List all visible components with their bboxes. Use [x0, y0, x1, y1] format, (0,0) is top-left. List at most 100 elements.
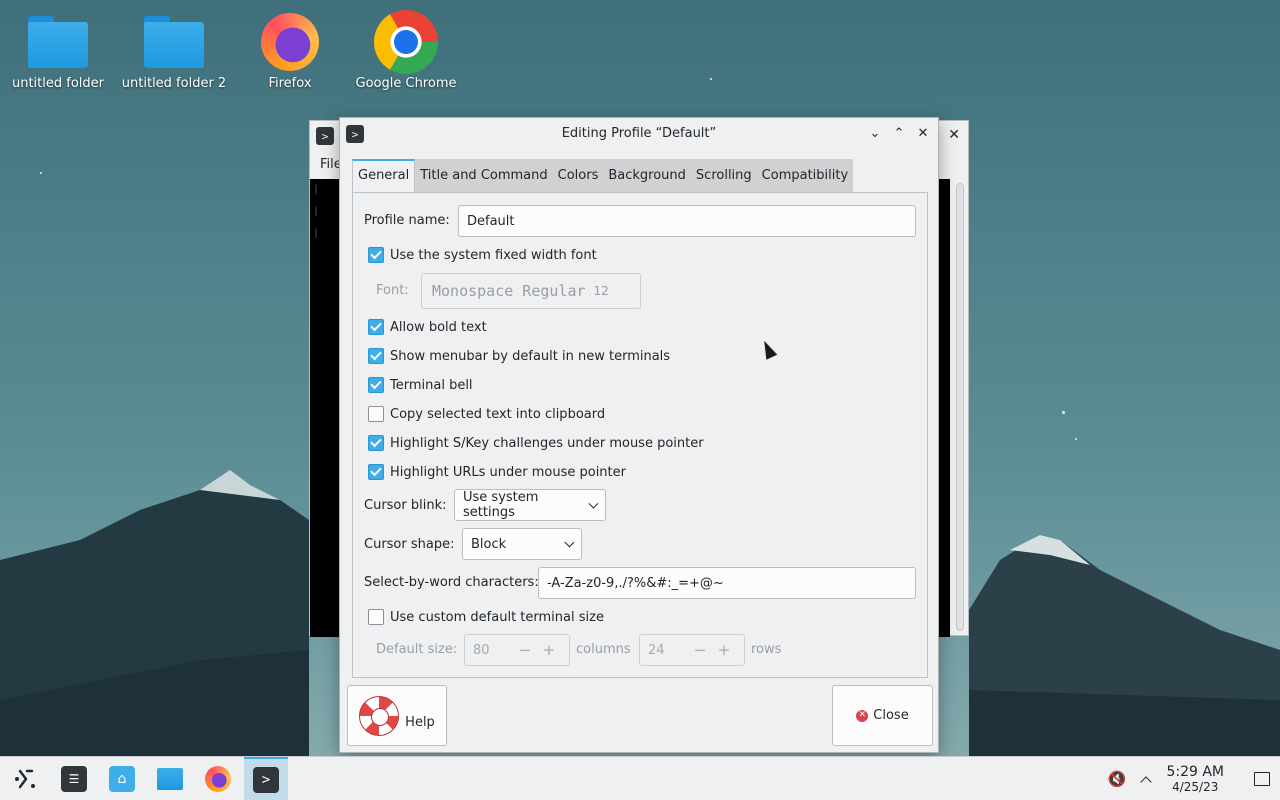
word-chars-input[interactable]: -A-Za-z0-9,./?%&#:_=+@~ — [538, 567, 916, 599]
checkbox-checked — [368, 435, 384, 451]
clock-time: 5:29 AM — [1166, 764, 1224, 780]
minus-icon[interactable]: − — [688, 641, 712, 659]
terminal-bell-checkbox[interactable]: Terminal bell — [368, 377, 473, 393]
chrome-icon — [374, 10, 438, 74]
tab-general[interactable]: General — [352, 159, 416, 192]
dialog-titlebar[interactable]: > Editing Profile “Default” ⌄ ⌃ ✕ — [340, 118, 938, 148]
checkbox-unchecked — [368, 406, 384, 422]
checkbox-checked — [368, 348, 384, 364]
cursor-shape-select[interactable]: Block — [462, 528, 582, 560]
app-launcher[interactable] — [4, 757, 48, 800]
allow-bold-label: Allow bold text — [390, 319, 487, 335]
minimize-icon[interactable]: ⌄ — [866, 123, 884, 143]
tab-bar: General Title and Command Colors Backgro… — [352, 159, 854, 192]
close-icon[interactable]: ✕ — [914, 123, 932, 143]
highlight-skey-label: Highlight S/Key challenges under mouse p… — [390, 435, 704, 451]
columns-spinbox[interactable]: 80 − + — [464, 634, 570, 666]
tab-background[interactable]: Background — [603, 159, 691, 192]
desktop-icon-firefox[interactable]: Firefox — [235, 8, 345, 91]
allow-bold-checkbox[interactable]: Allow bold text — [368, 319, 487, 335]
checkbox-checked — [368, 464, 384, 480]
chevron-down-icon — [588, 498, 599, 508]
desktop-icon-label: Google Chrome — [355, 76, 457, 91]
cursor-blink-label: Cursor blink: — [364, 498, 447, 513]
taskbar: ☰ ⌂ > 🔇 5:29 AM 4/25/23 — [0, 756, 1280, 800]
checkbox-unchecked — [368, 609, 384, 625]
dialog-title: Editing Profile “Default” — [561, 125, 717, 141]
chevron-up-icon[interactable] — [1140, 775, 1153, 788]
rows-label: rows — [751, 642, 782, 657]
close-circle-icon: ✕ — [856, 709, 869, 722]
show-menubar-label: Show menubar by default in new terminals — [390, 348, 671, 364]
chevron-down-icon — [564, 537, 575, 547]
tab-title-and-command[interactable]: Title and Command — [415, 159, 552, 192]
maximize-icon[interactable]: ⌃ — [890, 123, 908, 143]
font-name: Monospace Regular — [432, 282, 586, 300]
profile-name-input[interactable]: Default — [458, 205, 916, 237]
folder-icon — [144, 16, 204, 68]
cursor-shape-value: Block — [471, 536, 507, 552]
font-size: 12 — [593, 284, 609, 298]
star — [1075, 438, 1077, 440]
lifebuoy-icon — [359, 695, 400, 736]
firefox-icon — [261, 13, 319, 71]
system-font-checkbox[interactable]: Use the system fixed width font — [368, 247, 597, 263]
show-menubar-checkbox[interactable]: Show menubar by default in new terminals — [368, 348, 670, 364]
custom-size-checkbox[interactable]: Use custom default terminal size — [368, 609, 604, 625]
desktop-icon-untitled-folder-2[interactable]: untitled folder 2 — [119, 8, 229, 91]
clock[interactable]: 5:29 AM 4/25/23 — [1166, 764, 1224, 794]
taskbar-firefox[interactable] — [196, 757, 240, 800]
taskbar-system-settings[interactable]: ☰ — [52, 757, 96, 800]
font-chooser-button[interactable]: Monospace Regular 12 — [421, 273, 641, 309]
tab-scrolling[interactable]: Scrolling — [691, 159, 757, 192]
help-button[interactable]: Help — [347, 685, 447, 746]
checkbox-checked — [368, 319, 384, 335]
help-label: Help — [405, 715, 435, 730]
close-button[interactable]: ✕ Close — [832, 685, 933, 746]
terminal-scrollbar[interactable] — [956, 183, 964, 631]
close-label: Close — [873, 708, 909, 723]
terminal-close-icon[interactable]: ✕ — [948, 127, 960, 143]
general-panel: Profile name: Default Use the system fix… — [352, 192, 928, 678]
desktop-icon-google-chrome[interactable]: Google Chrome — [351, 8, 461, 91]
folder-icon — [157, 767, 183, 790]
cursor-shape-label: Cursor shape: — [364, 537, 455, 552]
word-chars-label: Select-by-word characters: — [364, 575, 539, 590]
terminal-icon: > — [346, 125, 364, 143]
taskbar-discover[interactable]: ⌂ — [100, 757, 144, 800]
firefox-icon — [205, 765, 231, 792]
rows-value: 24 — [648, 642, 665, 658]
rows-spinbox[interactable]: 24 − + — [639, 634, 745, 666]
plus-icon[interactable]: + — [712, 641, 736, 659]
copy-clipboard-checkbox[interactable]: Copy selected text into clipboard — [368, 406, 605, 422]
copy-clipboard-label: Copy selected text into clipboard — [390, 406, 606, 422]
terminal-icon: > — [316, 127, 334, 145]
desktop-icon-label: Firefox — [268, 76, 312, 91]
profile-name-label: Profile name: — [364, 213, 450, 228]
kde-launcher-icon — [15, 769, 35, 788]
tab-colors[interactable]: Colors — [553, 159, 604, 192]
settings-icon: ☰ — [61, 765, 87, 792]
desktop-icon-label: untitled folder 2 — [121, 76, 227, 91]
checkbox-checked — [368, 247, 384, 263]
star — [710, 78, 712, 80]
taskbar-file-manager[interactable] — [148, 757, 192, 800]
tab-compatibility[interactable]: Compatibility — [757, 159, 854, 192]
minus-icon[interactable]: − — [513, 641, 537, 659]
discover-icon: ⌂ — [109, 765, 135, 792]
taskbar-konsole[interactable]: > — [244, 756, 288, 800]
star — [40, 172, 42, 174]
terminal-bell-label: Terminal bell — [390, 377, 473, 393]
system-tray: 🔇 5:29 AM 4/25/23 — [1108, 757, 1280, 800]
volume-muted-icon[interactable]: 🔇 — [1108, 770, 1127, 788]
desktop-icon-untitled-folder[interactable]: untitled folder — [3, 8, 113, 91]
cursor-blink-value: Use system settings — [463, 490, 539, 520]
plus-icon[interactable]: + — [537, 641, 561, 659]
highlight-urls-label: Highlight URLs under mouse pointer — [390, 464, 626, 480]
show-desktop-icon[interactable] — [1254, 772, 1270, 786]
highlight-skey-checkbox[interactable]: Highlight S/Key challenges under mouse p… — [368, 435, 704, 451]
system-font-label: Use the system fixed width font — [390, 247, 597, 263]
cursor-blink-select[interactable]: Use system settings — [454, 489, 606, 521]
checkbox-checked — [368, 377, 384, 393]
highlight-urls-checkbox[interactable]: Highlight URLs under mouse pointer — [368, 464, 626, 480]
